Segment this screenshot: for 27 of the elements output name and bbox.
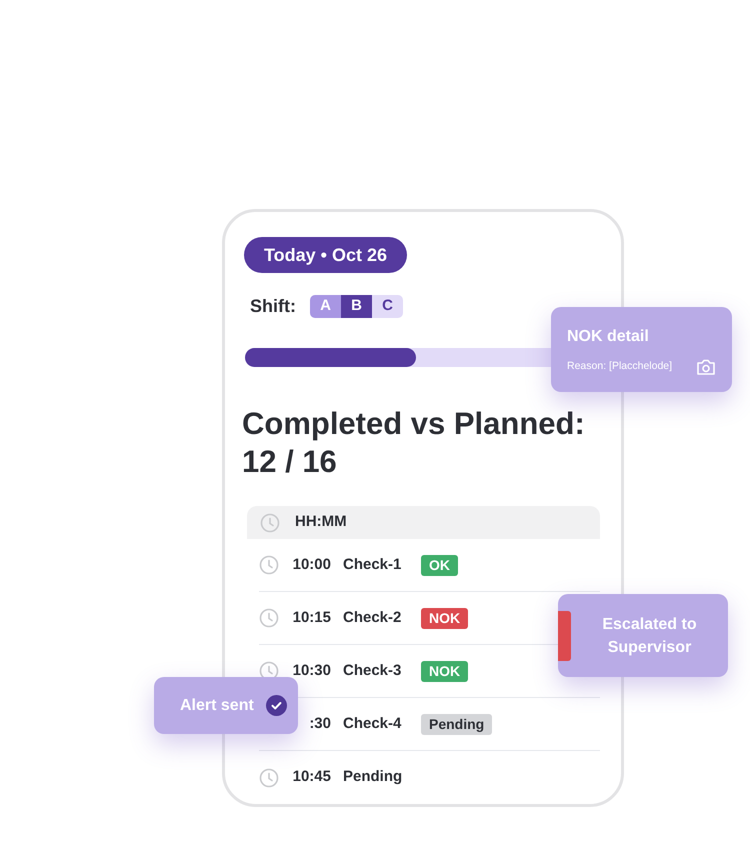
header-label: HH:MM — [295, 512, 347, 532]
check-name: Check-3 — [343, 660, 402, 681]
status-badge: OK — [421, 554, 458, 576]
status-badge: Pending — [421, 714, 492, 734]
row-time: 10:45 — [292, 767, 331, 788]
check-name: Check-4 — [343, 714, 402, 734]
row-time: 10:15 — [292, 608, 331, 628]
nok-reason: Reason: [Placchelode] — [567, 359, 672, 374]
shift-label: Shift: — [250, 295, 296, 318]
date-pill[interactable]: Today • Oct 26 — [244, 237, 408, 273]
status-badge: NOK — [421, 660, 468, 682]
status-marker — [558, 610, 571, 660]
row-time: 10:30 — [292, 660, 331, 681]
check-name: Check-1 — [343, 554, 402, 575]
check-name: Check-2 — [343, 608, 402, 628]
clock-icon — [260, 512, 280, 532]
escalation-text: Escalated to Supervisor — [601, 614, 698, 658]
summary-heading: Completed vs Planned: 12 / 16 — [242, 405, 586, 481]
nok-detail-title: NOK detail — [567, 327, 650, 347]
check-name: Pending — [343, 767, 404, 788]
alert-text: Alert sent — [180, 696, 254, 716]
camera-icon[interactable] — [696, 358, 716, 376]
shift-tab[interactable]: C — [372, 295, 403, 318]
row-time: :30 — [308, 714, 331, 734]
shift-tab[interactable]: B — [340, 295, 372, 318]
row-time: 10:00 — [292, 554, 331, 575]
status-badge: NOK — [421, 608, 468, 628]
